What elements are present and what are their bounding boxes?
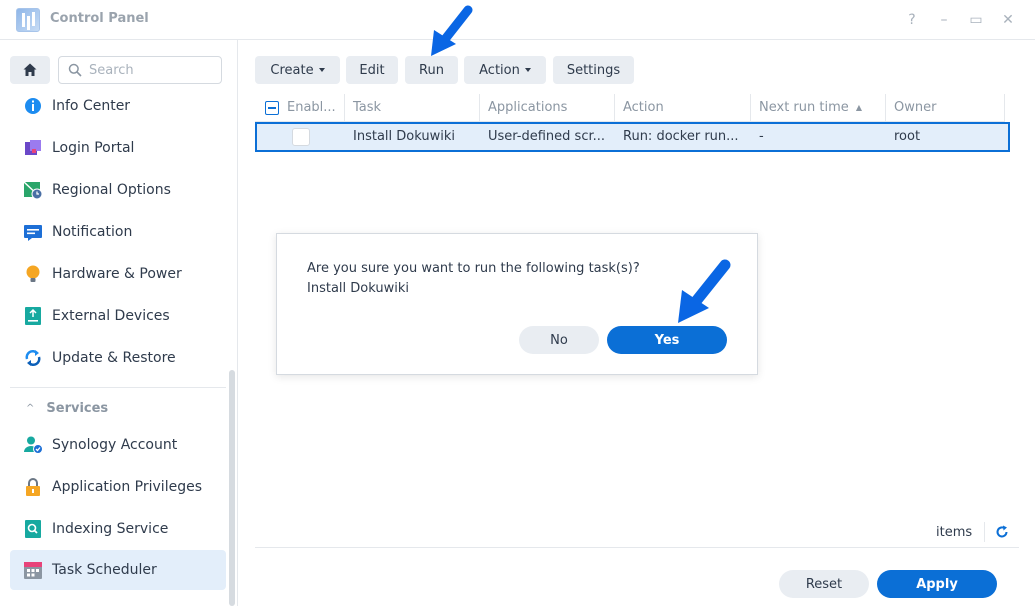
calendar-icon xyxy=(22,559,44,581)
sidebar-scrollbar[interactable] xyxy=(229,370,235,606)
sidebar-divider xyxy=(10,387,226,388)
lock-icon xyxy=(22,476,44,498)
column-task[interactable]: Task xyxy=(345,94,480,122)
apply-button[interactable]: Apply xyxy=(877,570,997,598)
chevron-up-icon: ^ xyxy=(26,402,35,414)
minimize-button[interactable]: – xyxy=(934,10,954,30)
sidebar-item-label: Info Center xyxy=(52,98,131,114)
run-button[interactable]: Run xyxy=(405,56,458,84)
no-button[interactable]: No xyxy=(519,326,599,354)
maximize-button[interactable]: ▭ xyxy=(966,10,986,30)
create-button[interactable]: Create xyxy=(255,56,340,84)
sidebar-item-info-center[interactable]: Info Center xyxy=(10,86,226,126)
dialog-task-name: Install Dokuwiki xyxy=(307,281,409,296)
notification-icon xyxy=(22,221,44,243)
help-button[interactable]: ? xyxy=(902,10,922,30)
action-label: Action xyxy=(479,62,520,78)
indexing-icon xyxy=(22,518,44,540)
row-task: Install Dokuwiki xyxy=(353,129,455,144)
refresh-icon[interactable] xyxy=(994,524,1010,540)
title-bar: Control Panel ? – ▭ ✕ xyxy=(0,0,1035,40)
control-panel-window: Control Panel ? – ▭ ✕ Info Center Login … xyxy=(0,0,1035,606)
sidebar-item-task-scheduler[interactable]: Task Scheduler xyxy=(10,550,226,590)
sidebar: Info Center Login Portal Regional Option… xyxy=(0,40,238,606)
home-icon xyxy=(23,63,37,76)
column-next-run-time[interactable]: Next run time ▲ xyxy=(751,94,886,122)
search-input[interactable] xyxy=(89,61,214,79)
sidebar-item-update-restore[interactable]: Update & Restore xyxy=(10,338,226,378)
items-count-label: items xyxy=(936,525,973,540)
dialog-message: Are you sure you want to run the followi… xyxy=(307,261,640,276)
row-owner: root xyxy=(894,129,921,144)
home-button[interactable] xyxy=(10,56,50,84)
sidebar-item-label: Application Privileges xyxy=(52,479,202,495)
window-title: Control Panel xyxy=(50,11,149,26)
sidebar-item-regional-options[interactable]: Regional Options xyxy=(10,170,226,210)
sidebar-item-label: Task Scheduler xyxy=(52,562,157,578)
close-button[interactable]: ✕ xyxy=(998,10,1018,30)
row-enabled-checkbox[interactable] xyxy=(292,128,310,146)
edit-button[interactable]: Edit xyxy=(346,56,398,84)
caret-down-icon xyxy=(524,68,531,72)
row-next-run-time: - xyxy=(759,129,764,144)
sidebar-item-label: Synology Account xyxy=(52,437,178,453)
login-portal-icon xyxy=(22,137,44,159)
caret-down-icon xyxy=(318,68,325,72)
yes-button[interactable]: Yes xyxy=(607,326,727,354)
search-icon xyxy=(68,63,82,77)
sidebar-item-hardware-power[interactable]: Hardware & Power xyxy=(10,254,226,294)
select-all-checkbox[interactable] xyxy=(265,101,279,115)
sidebar-item-application-privileges[interactable]: Application Privileges xyxy=(10,467,226,507)
sidebar-item-label: Update & Restore xyxy=(52,350,176,366)
sidebar-item-label: Hardware & Power xyxy=(52,266,182,282)
settings-button[interactable]: Settings xyxy=(553,56,634,84)
sidebar-item-label: Regional Options xyxy=(52,182,171,198)
lightbulb-icon xyxy=(22,263,44,285)
sidebar-item-synology-account[interactable]: Synology Account xyxy=(10,425,226,465)
update-icon xyxy=(22,347,44,369)
sidebar-item-login-portal[interactable]: Login Portal xyxy=(10,128,226,168)
footer-divider xyxy=(255,547,1019,548)
sidebar-item-label: External Devices xyxy=(52,308,170,324)
account-icon xyxy=(22,434,44,456)
control-panel-icon xyxy=(16,8,40,32)
column-applications[interactable]: Applications xyxy=(480,94,615,122)
create-label: Create xyxy=(270,62,314,78)
arrow-pointer-icon xyxy=(678,259,731,323)
sidebar-item-label: Login Portal xyxy=(52,140,135,156)
column-owner[interactable]: Owner xyxy=(886,94,1005,122)
sidebar-item-label: Notification xyxy=(52,224,133,240)
services-section-header[interactable]: ^ Services xyxy=(10,393,226,423)
grid-header: Enabl... Task Applications Action Next r… xyxy=(255,94,1005,122)
sidebar-item-indexing-service[interactable]: Indexing Service xyxy=(10,509,226,549)
row-action: Run: docker run... xyxy=(623,129,739,144)
info-icon xyxy=(22,95,44,117)
row-applications: User-defined scr... xyxy=(488,129,606,144)
arrow-pointer-icon xyxy=(431,5,473,56)
table-row[interactable]: Install Dokuwiki User-defined scr... Run… xyxy=(255,122,1010,152)
sidebar-item-notification[interactable]: Notification xyxy=(10,212,226,252)
sidebar-item-label: Indexing Service xyxy=(52,521,169,537)
external-device-icon xyxy=(22,305,44,327)
regional-options-icon xyxy=(22,179,44,201)
reset-button[interactable]: Reset xyxy=(779,570,869,598)
search-box[interactable] xyxy=(58,56,222,84)
sidebar-item-external-devices[interactable]: External Devices xyxy=(10,296,226,336)
column-action[interactable]: Action xyxy=(615,94,751,122)
action-button[interactable]: Action xyxy=(464,56,546,84)
section-label: Services xyxy=(46,400,109,416)
footer-separator xyxy=(984,522,985,542)
sort-ascending-icon: ▲ xyxy=(855,103,863,112)
